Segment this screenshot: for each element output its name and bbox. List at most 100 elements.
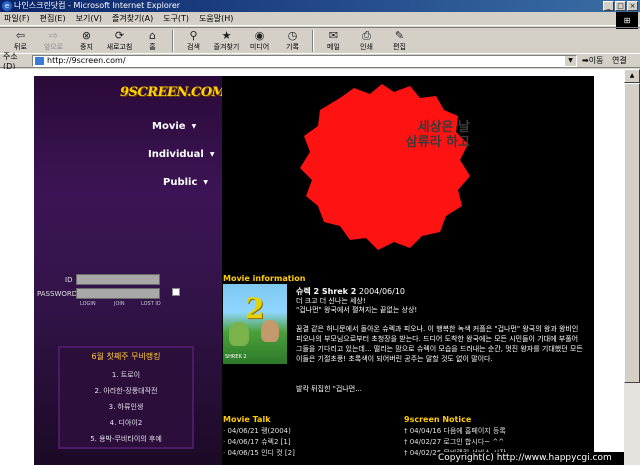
nav-public-label: Public <box>163 177 198 188</box>
menu-help[interactable]: 도움말(H) <box>199 13 233 24</box>
browser-toolbar: ⇦ 뒤로 ⇨ 앞으로 ⊗ 중지 ⟳ 새로고침 ⌂ 홈 ⚲ 검색 ★ 즐겨찾기 ◉ 미디어 ◷ 기록… <box>0 27 640 54</box>
ranking-item[interactable]: 2. 아라한-장풍대작전 <box>60 386 192 396</box>
stop-icon: ⊗ <box>81 29 92 42</box>
close-button[interactable]: × <box>627 1 638 11</box>
address-label: 주소(D) <box>3 51 18 71</box>
history-icon: ◷ <box>287 29 298 42</box>
history-button[interactable]: ◷ 기록 <box>276 28 309 53</box>
edit-icon: ✎ <box>394 29 405 42</box>
page-icon <box>35 57 44 65</box>
password-label: PASSWORD <box>37 290 78 298</box>
notice-item[interactable]: † 04/04/16 다음에 홈페이지 등록 <box>404 426 506 436</box>
menu-favorites[interactable]: 즐겨찾기(A) <box>112 13 153 24</box>
talk-item[interactable]: · 04/06/17 슈렉2 [1] <box>223 437 291 447</box>
poster-caption: SHREK 2 <box>225 354 247 360</box>
back-button[interactable]: ⇦ 뒤로 <box>4 28 37 53</box>
maximize-button[interactable]: □ <box>615 1 626 11</box>
nav-individual-label: Individual <box>148 149 204 160</box>
forward-icon: ⇨ <box>48 29 59 42</box>
home-icon: ⌂ <box>149 29 156 42</box>
refresh-icon: ⟳ <box>114 29 125 42</box>
talk-item[interactable]: · 04/06/15 인디 컷 [2] <box>223 448 295 458</box>
media-icon: ◉ <box>254 29 265 42</box>
login-link[interactable]: LOGIN <box>80 301 96 307</box>
menu-edit[interactable]: 편집(E) <box>40 13 66 24</box>
notice-title: 9screen Notice <box>404 415 472 424</box>
cat-figure <box>261 320 279 342</box>
print-label: 인쇄 <box>360 43 373 51</box>
home-button[interactable]: ⌂ 홈 <box>136 28 169 53</box>
scroll-thumb[interactable] <box>624 83 640 383</box>
address-input[interactable]: http://9screen.com/ ▼ <box>32 55 577 67</box>
hero-slogan: 세상은 날 삼류라 하고 <box>330 120 470 150</box>
id-input[interactable] <box>76 274 160 285</box>
lost-id-link[interactable]: LOST ID <box>141 301 161 307</box>
nav-movie[interactable]: Movie ▼ <box>152 121 196 132</box>
search-button[interactable]: ⚲ 검색 <box>177 28 210 53</box>
edit-label: 편집 <box>393 43 406 51</box>
refresh-button[interactable]: ⟳ 새로고침 <box>103 28 136 53</box>
movie-ranking-box: 6월 첫째주 무비랭킹 1. 트로이 2. 아라한-장풍대작전 3. 하류인생 … <box>58 346 194 449</box>
movie-name[interactable]: 슈렉 2 Shrek 2 <box>296 287 356 296</box>
ranking-item[interactable]: 4. 디아이2 <box>60 418 192 428</box>
media-label: 미디어 <box>249 43 270 51</box>
movie-date: 2004/06/10 <box>358 287 406 296</box>
notice-item[interactable]: † 04/02/27 로그인 합시다~ ^^ <box>404 437 504 447</box>
join-link[interactable]: JOIN <box>114 301 125 307</box>
movie-synopsis: 꿈결 같은 허니문에서 돌아온 슈렉과 피오나. 이 행복한 녹색 커플은 "겁… <box>296 325 583 363</box>
menu-file[interactable]: 파일(F) <box>4 13 30 24</box>
movie-info-title: Movie information <box>223 274 306 283</box>
print-button[interactable]: ⎙ 인쇄 <box>350 28 383 53</box>
ranking-item[interactable]: 3. 하류인생 <box>60 402 192 412</box>
nav-public[interactable]: Public ▼ <box>163 177 208 188</box>
hero-slogan-line: 세상은 날 <box>417 120 470 135</box>
search-icon: ⚲ <box>189 29 198 42</box>
ranking-item[interactable]: 5. 용박-무비타이의 후예 <box>60 434 192 444</box>
menu-view[interactable]: 보기(V) <box>76 13 102 24</box>
minimize-button[interactable]: _ <box>603 1 614 11</box>
toolbar-separator <box>312 30 314 52</box>
search-label: 검색 <box>187 43 200 51</box>
password-input[interactable] <box>76 288 160 299</box>
favorites-button[interactable]: ★ 즐겨찾기 <box>210 28 243 53</box>
shrek-figure <box>229 322 249 346</box>
site-logo[interactable]: 9SCREEN.COM <box>120 85 226 100</box>
nav-individual[interactable]: Individual ▼ <box>148 149 214 160</box>
vertical-scrollbar[interactable]: ▲ <box>624 69 640 465</box>
toolbar-separator <box>172 30 174 52</box>
address-url: http://9screen.com/ <box>47 56 126 65</box>
ranking-title: 6월 첫째주 무비랭킹 <box>91 352 161 361</box>
forward-button[interactable]: ⇨ 앞으로 <box>37 28 70 53</box>
chevron-down-icon: ▼ <box>191 122 197 130</box>
talk-item[interactable]: · 04/06/21 랭(2004) <box>223 426 291 436</box>
go-button[interactable]: ➡이동 <box>582 55 603 66</box>
ranking-item[interactable]: 1. 트로이 <box>60 370 192 380</box>
movie-talk-title: Movie Talk <box>223 415 271 424</box>
stop-button[interactable]: ⊗ 중지 <box>70 28 103 53</box>
chevron-down-icon: ▼ <box>209 150 215 158</box>
mail-button[interactable]: ✉ 메일 <box>317 28 350 53</box>
edit-button[interactable]: ✎ 편집 <box>383 28 416 53</box>
login-checkbox[interactable] <box>172 288 180 296</box>
links-button[interactable]: 연결 <box>612 55 627 66</box>
window-title-bar: e 나인스크린닷컴 - Microsoft Internet Explorer … <box>0 0 640 12</box>
chevron-down-icon: ▼ <box>203 178 209 186</box>
copyright-overlay: Copyright(c) http://www.happycgi.com <box>436 452 624 465</box>
forward-label: 앞으로 <box>43 43 64 51</box>
hero-slogan-line: 삼류라 하고 <box>405 135 470 150</box>
movie-more-text[interactable]: 발칵 뒤집힌 "겁나먼... <box>296 384 362 394</box>
media-button[interactable]: ◉ 미디어 <box>243 28 276 53</box>
refresh-label: 새로고침 <box>106 43 133 51</box>
stop-label: 중지 <box>80 43 93 51</box>
menu-tools[interactable]: 도구(T) <box>163 13 189 24</box>
hero-banner: 세상은 날 삼류라 하고 <box>222 76 594 265</box>
movie-poster[interactable]: 2 SHREK 2 <box>223 284 287 364</box>
go-label: 이동 <box>588 56 604 65</box>
scroll-up-icon[interactable]: ▲ <box>624 69 640 83</box>
address-bar: 주소(D) http://9screen.com/ ▼ ➡이동 연결 <box>0 51 640 71</box>
print-icon: ⎙ <box>362 29 371 42</box>
favorites-label: 즐겨찾기 <box>213 43 240 51</box>
movie-tagline-2: "겁나먼" 왕국에서 펼쳐지는 끝없는 상상! <box>296 306 418 314</box>
home-label: 홈 <box>149 43 156 51</box>
address-dropdown-icon[interactable]: ▼ <box>565 56 576 66</box>
